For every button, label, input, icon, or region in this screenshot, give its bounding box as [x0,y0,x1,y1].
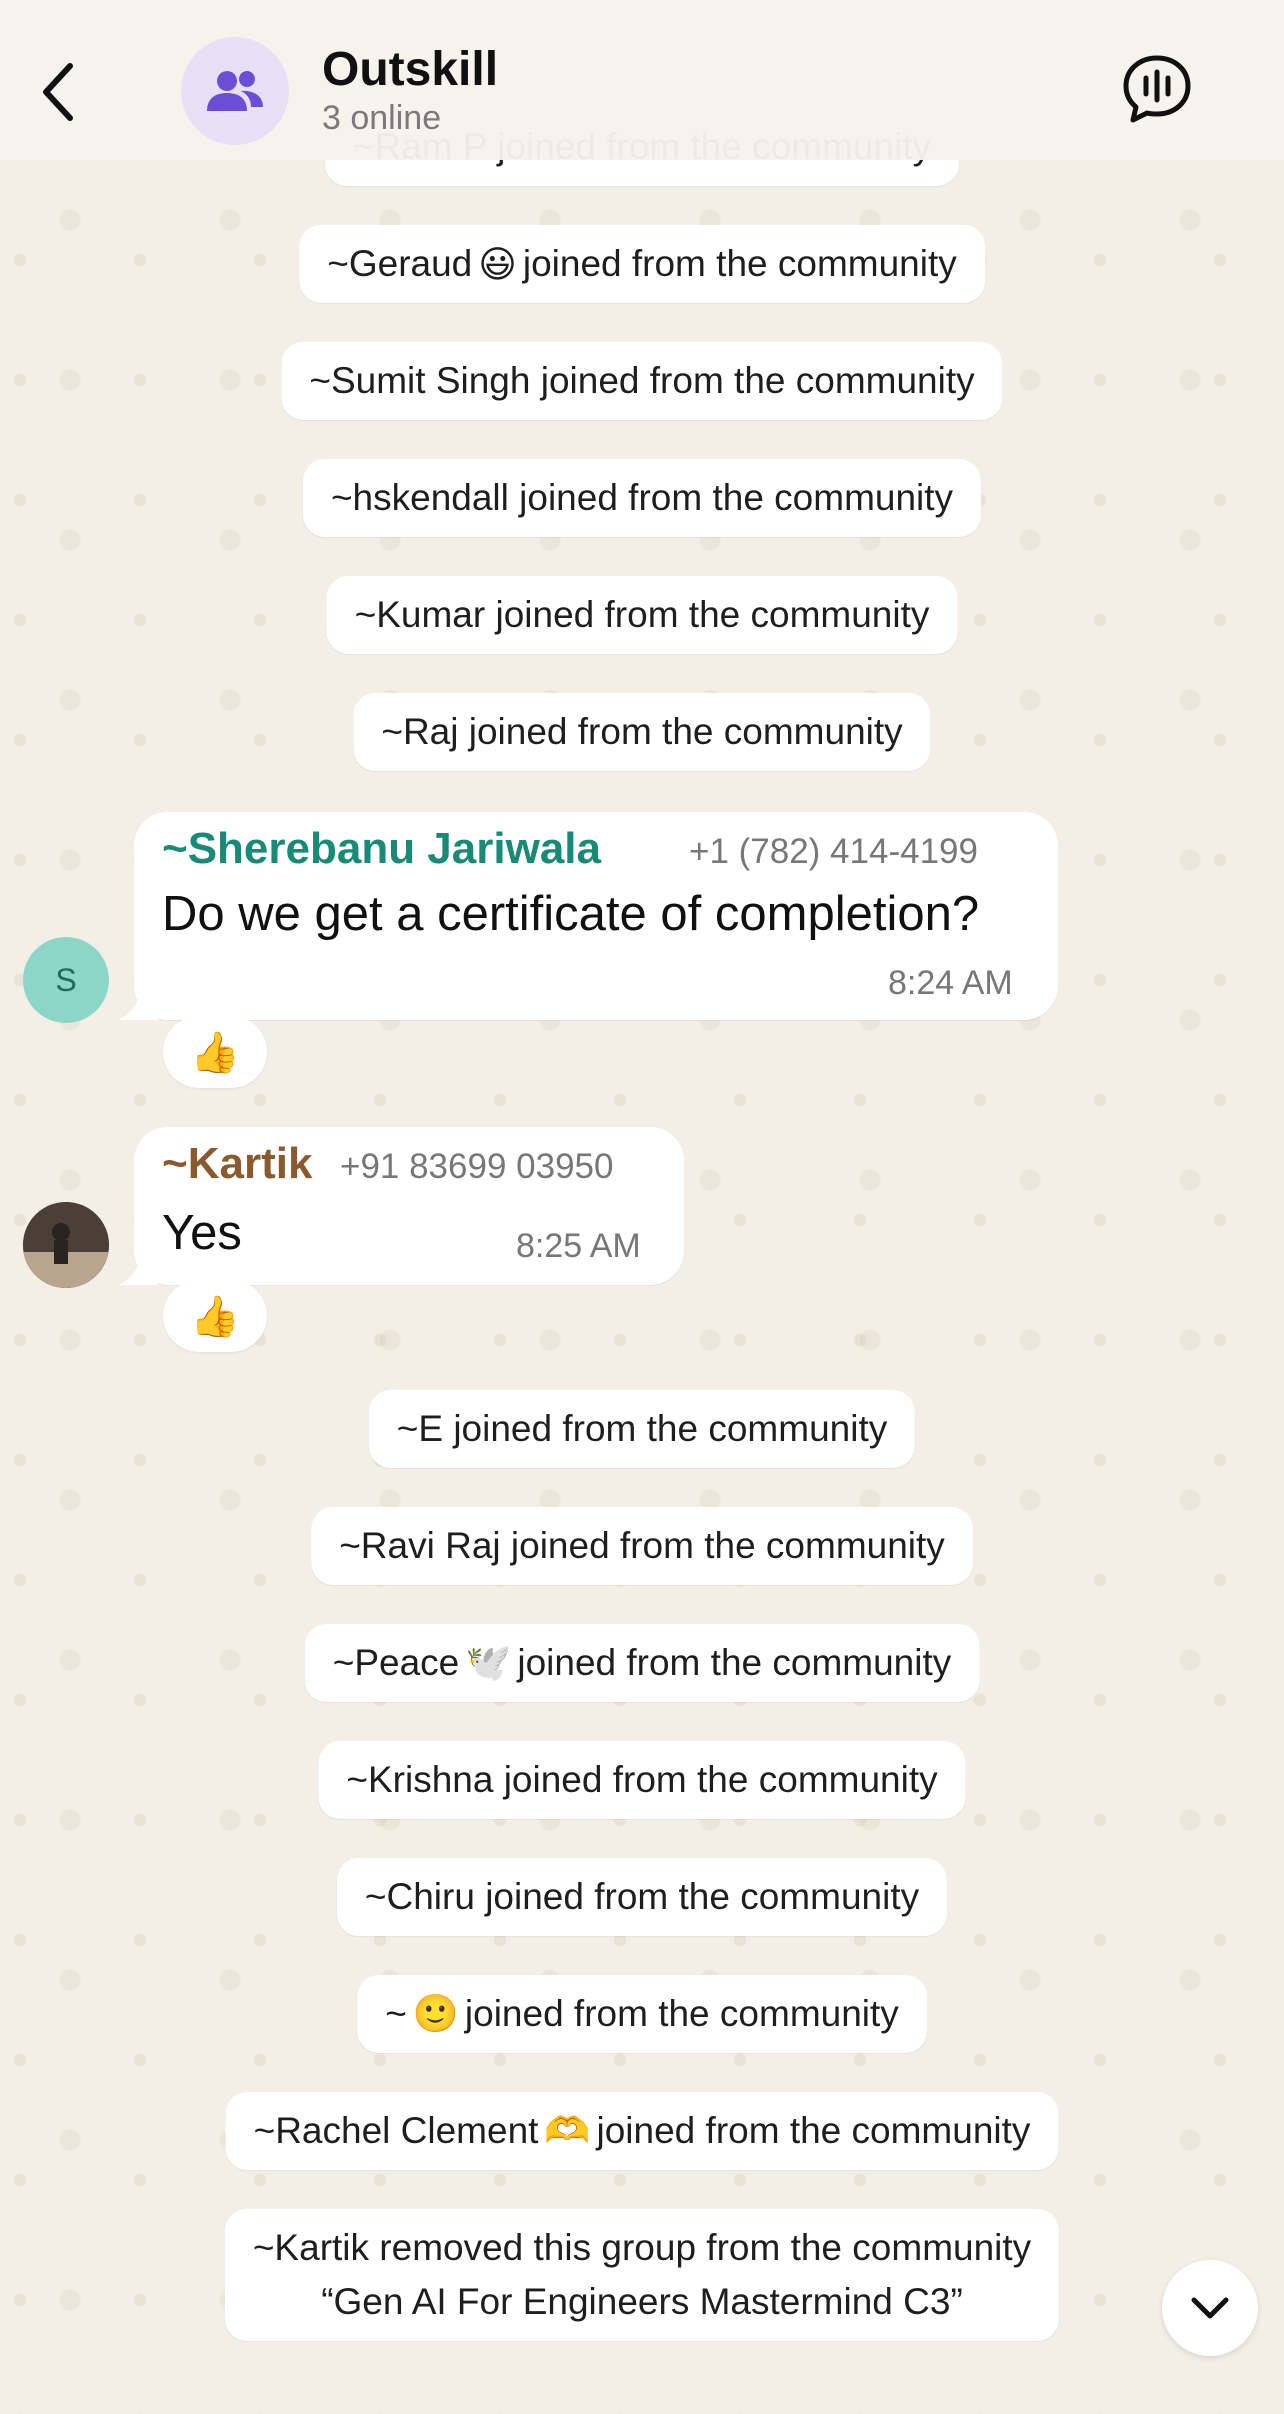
system-message-text: ~Raj joined from the community [381,711,903,752]
system-message-text: ~Krishna joined from the community [346,1759,938,1800]
system-message: ~Peace 🕊️ joined from the community [304,1624,980,1702]
chevron-down-icon [1191,2297,1229,2319]
system-message: ~Raj joined from the community [353,693,931,771]
reaction-badge[interactable]: 👍 [163,1016,267,1088]
message-time: 8:24 AM [888,964,1013,1002]
system-message-text: ~Rachel Clement [253,2110,539,2151]
system-message-text: ~Peace [332,1642,460,1683]
reaction-badge[interactable]: 👍 [163,1280,267,1352]
thumbs-up-emoji: 👍 [190,1030,240,1075]
sender-phone: +91 83699 03950 [340,1147,614,1186]
people-icon [207,71,263,111]
system-message-text: ~Sumit Singh joined from the community [309,360,975,401]
system-message-text: ~Geraud [327,243,473,284]
system-message: ~Chiru joined from the community [336,1858,948,1936]
system-message-text: ~ [385,1993,407,2034]
scroll-to-bottom-button[interactable] [1162,2260,1258,2356]
message-text: Yes [162,1206,242,1260]
system-message: ~Krishna joined from the community [318,1741,966,1819]
system-message: ~Geraud 😃 joined from the community [299,225,985,303]
system-message-text: joined from the community [517,1642,952,1683]
system-message-text: ~Ravi Raj joined from the community [339,1525,945,1566]
group-title[interactable]: Outskill [322,42,498,97]
grinning-emoji: 😃 [478,243,517,285]
avatar-initial: S [55,961,77,998]
message-text: Do we get a certificate of completion? [162,887,980,941]
system-message-text: ~Kartik removed this group from the comm… [252,2227,1032,2268]
system-message-text: ~hskendall joined from the community [330,477,954,518]
voice-chat-icon [1123,55,1191,123]
sender-name[interactable]: ~Sherebanu Jariwala [162,824,601,874]
thumbs-up-emoji: 👍 [190,1294,240,1339]
message-bubble[interactable]: ~Kartik +91 83699 03950 Yes 8:25 AM [118,1127,684,1285]
online-status: 3 online [322,99,442,137]
avatar[interactable]: S [23,937,109,1023]
system-message-text: joined from the community [464,1993,899,2034]
message-time: 8:25 AM [516,1227,641,1265]
system-message-text: “Gen AI For Engineers Mastermind C3” [321,2281,963,2322]
system-message-text: ~E joined from the community [396,1408,888,1449]
system-message: ~Sumit Singh joined from the community [281,342,1003,420]
system-message-text: ~Chiru joined from the community [364,1876,920,1917]
group-avatar[interactable] [181,37,289,145]
system-message-text: ~Kumar joined from the community [354,594,930,635]
system-message-text: joined from the community [522,243,957,284]
sender-phone: +1 (782) 414-4199 [689,832,978,871]
voice-chat-button[interactable] [1120,52,1194,126]
system-message: ~hskendall joined from the community [302,459,982,537]
system-message: ~Ravi Raj joined from the community [311,1507,973,1585]
smile-emoji: 🙂 [412,1992,459,2034]
chat-header: Outskill 3 online [0,0,1284,160]
bubble-tail [118,1249,158,1285]
system-message: ~E joined from the community [368,1390,916,1468]
back-button[interactable] [28,52,88,132]
heart-hands-emoji: 🫶 [544,2109,591,2151]
sender-name[interactable]: ~Kartik [162,1139,312,1189]
profile-photo-icon [23,1202,109,1288]
system-message: ~Kartik removed this group from the comm… [224,2209,1060,2341]
dove-emoji: 🕊️ [465,1641,512,1683]
message-bubble[interactable]: ~Sherebanu Jariwala +1 (782) 414-4199 Do… [118,812,1058,1020]
bubble-tail [118,984,158,1020]
system-message: ~Rachel Clement 🫶 joined from the commun… [225,2092,1059,2170]
system-message: ~ 🙂 joined from the community [357,1975,927,2053]
system-message: ~Kumar joined from the community [326,576,958,654]
system-message-text: joined from the community [596,2110,1031,2151]
chevron-left-icon [43,63,73,121]
avatar[interactable] [23,1202,109,1288]
